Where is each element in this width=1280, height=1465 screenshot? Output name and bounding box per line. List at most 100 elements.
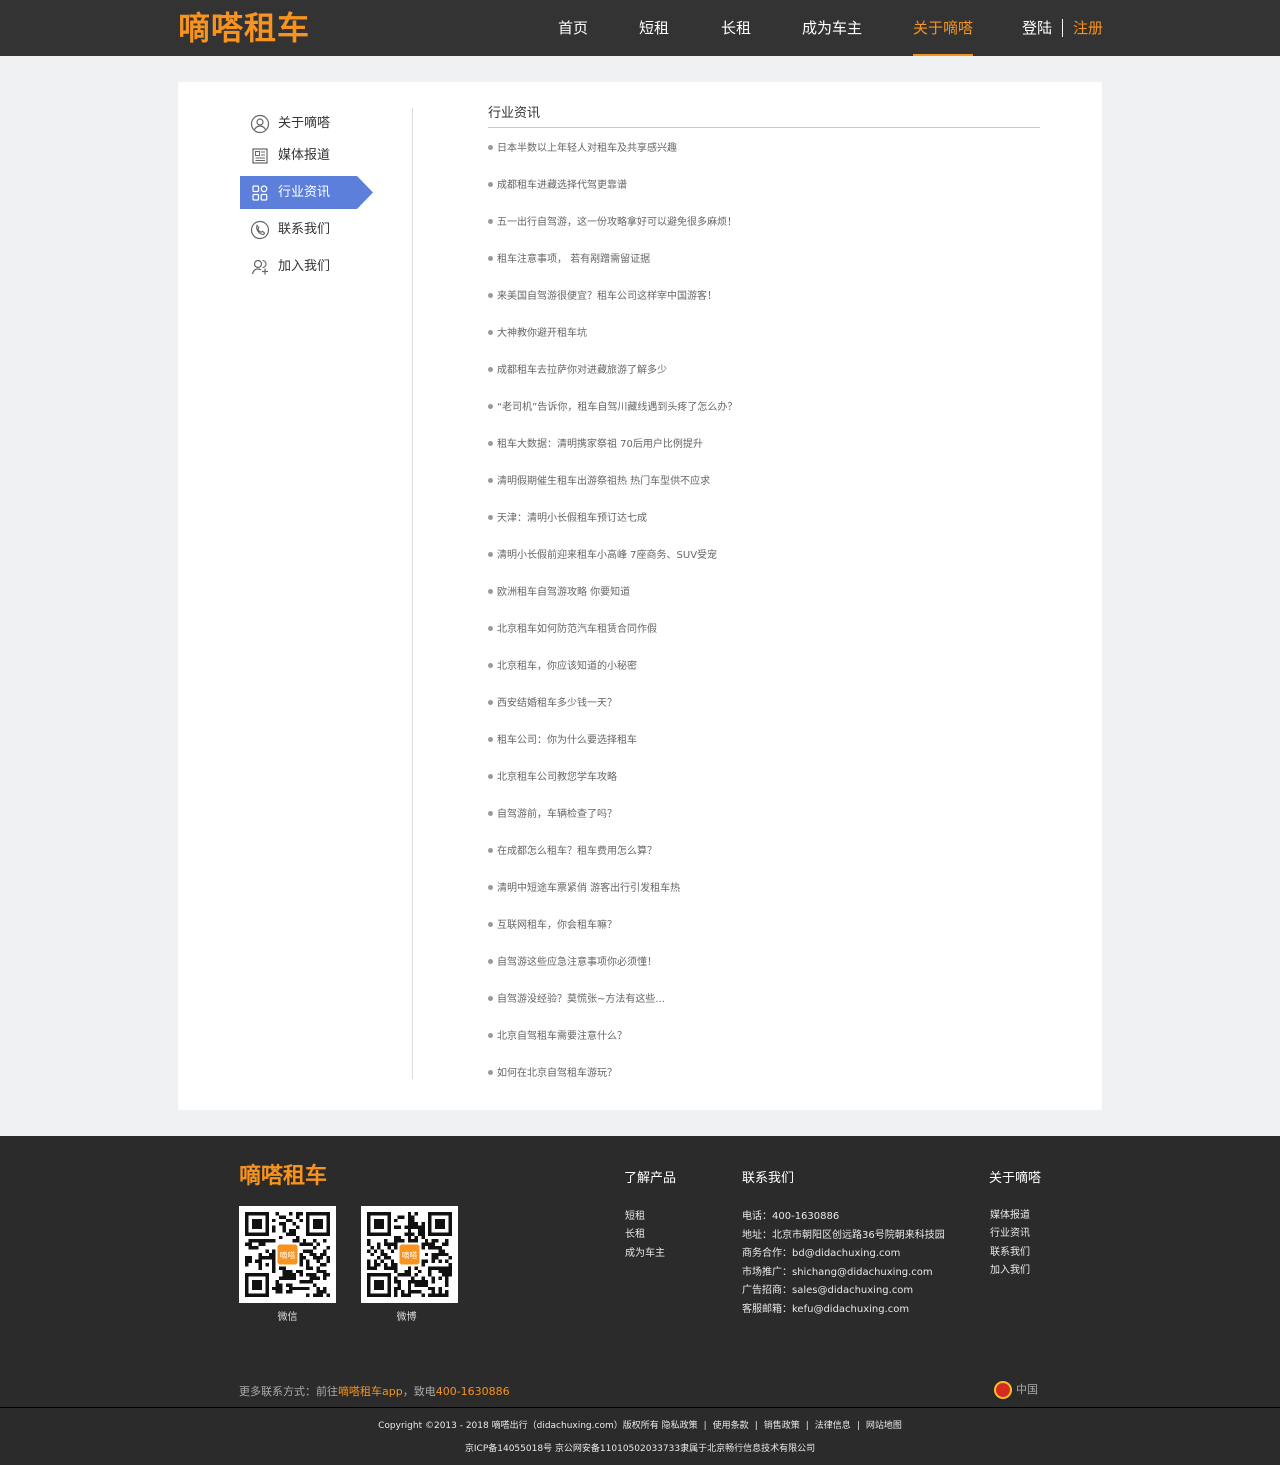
news-item[interactable]: 清明中短途车票紧俏 游客出行引发租车热 (488, 881, 680, 897)
footer-marketing-email[interactable]: 市场推广：shichang@didachuxing.com (742, 1266, 933, 1280)
news-title: 北京自驾租车需要注意什么？ (497, 1031, 627, 1042)
news-title: 自驾游没经验？莫慌张~方法有这些... (497, 994, 665, 1005)
sidebar-item-join[interactable]: 加入我们 (240, 250, 373, 283)
copyright-text: Copyright ©2013 - 2018 嘀嗒出行（didachuxing.… (378, 1421, 659, 1431)
bullet-icon (488, 995, 493, 1001)
news-item[interactable]: 在成都怎么租车？租车费用怎么算？ (488, 844, 657, 860)
sidebar-item-label: 媒体报道 (278, 148, 331, 163)
news-item[interactable]: 北京自驾租车需要注意什么？ (488, 1029, 627, 1045)
bullet-icon (488, 699, 493, 705)
bullet-icon (488, 440, 493, 446)
news-title: 北京租车如何防范汽车租赁合同作假 (497, 624, 657, 635)
footer-link-media[interactable]: 媒体报道 (990, 1209, 1030, 1223)
news-item[interactable]: 北京租车如何防范汽车租赁合同作假 (488, 622, 657, 638)
news-title: 北京租车公司教您学车攻略 (497, 772, 617, 783)
news-title: 北京租车，你应该知道的小秘密 (497, 661, 637, 672)
news-title: 清明中短途车票紧俏 游客出行引发租车热 (497, 883, 681, 894)
footer-divider (0, 1407, 1280, 1408)
news-item[interactable]: 五一出行自驾游，这一份攻略拿好可以避免很多麻烦！ (488, 215, 737, 231)
wechat-qr-code: 嘀嗒 (239, 1206, 336, 1303)
news-item[interactable]: 清明小长假前迎来租车小高峰 7座商务、SUV受宠 (488, 548, 717, 564)
news-item[interactable]: 自驾游这些应急注意事项你必须懂！ (488, 955, 657, 971)
hotline-link[interactable]: 400-1630886 (436, 1385, 510, 1398)
bullet-icon (488, 403, 493, 409)
policy-link-privacy[interactable]: 隐私政策 (662, 1421, 698, 1431)
bullet-icon (488, 366, 493, 372)
news-item[interactable]: 成都租车进藏选择代驾更靠谱 (488, 178, 627, 194)
login-link[interactable]: 登陆 (1022, 0, 1052, 56)
weibo-qr-code: 嘀嗒 (361, 1206, 458, 1303)
bullet-icon (488, 181, 493, 187)
news-item[interactable]: 互联网租车，你会租车嘛？ (488, 918, 617, 934)
news-item[interactable]: 自驾游没经验？莫慌张~方法有这些... (488, 992, 665, 1008)
qr-center-logo: 嘀嗒 (402, 1250, 418, 1260)
footer-sales-email[interactable]: 广告招商：sales@didachuxing.com (742, 1284, 913, 1298)
news-item[interactable]: 自驾游前，车辆检查了吗？ (488, 807, 617, 823)
news-item[interactable]: 北京租车公司教您学车攻略 (488, 770, 617, 786)
news-item[interactable]: 清明假期催生租车出游祭祖热 热门车型供不应求 (488, 474, 710, 490)
china-emblem-icon (994, 1381, 1012, 1399)
news-item[interactable]: 日本半数以上年轻人对租车及共享感兴趣 (488, 141, 677, 157)
register-link[interactable]: 注册 (1073, 0, 1103, 56)
news-item[interactable]: 租车注意事项， 若有剐蹭需留证据 (488, 252, 650, 268)
footer-link-short-rent[interactable]: 短租 (625, 1210, 645, 1224)
news-title: 自驾游前，车辆检查了吗？ (497, 809, 617, 820)
app-link[interactable]: 嘀嗒租车app (338, 1385, 403, 1398)
bullet-icon (488, 1032, 493, 1038)
footer-link-contact[interactable]: 联系我们 (990, 1246, 1030, 1260)
wechat-qr-label: 微信 (277, 1312, 298, 1323)
site-logo[interactable]: 嘀嗒租车 (178, 8, 310, 48)
footer-link-become-owner[interactable]: 成为车主 (625, 1247, 665, 1261)
news-item[interactable]: 西安结婚租车多少钱一天？ (488, 696, 617, 712)
news-item[interactable]: 租车公司：你为什么要选择租车 (488, 733, 637, 749)
nav-about[interactable]: 关于嘀嗒 (913, 0, 974, 56)
news-title: 在成都怎么租车？租车费用怎么算？ (497, 846, 657, 857)
news-title: 清明假期催生租车出游祭祖热 热门车型供不应求 (497, 476, 711, 487)
footer-contact-heading: 联系我们 (742, 1171, 795, 1186)
news-title: 来美国自驾游很便宜？租车公司这样宰中国游客！ (497, 291, 717, 302)
sidebar-item-contact[interactable]: 联系我们 (240, 213, 373, 246)
sidebar-item-label: 加入我们 (278, 259, 331, 274)
news-item[interactable]: 来美国自驾游很便宜？租车公司这样宰中国游客！ (488, 289, 717, 305)
sidebar-item-label: 行业资讯 (278, 185, 331, 200)
nav-become-owner[interactable]: 成为车主 (802, 0, 862, 56)
footer-products-heading: 了解产品 (624, 1171, 677, 1186)
bullet-icon (488, 218, 493, 224)
add-user-icon (250, 257, 270, 277)
policy-link-terms[interactable]: 使用条款 (713, 1421, 749, 1431)
footer-service-email[interactable]: 客服邮箱：kefu@didachuxing.com (742, 1303, 909, 1317)
news-item[interactable]: “老司机”告诉你，租车自驾川藏线遇到头疼了怎么办？ (488, 400, 737, 416)
nav-home[interactable]: 首页 (558, 0, 588, 56)
footer-business-email[interactable]: 商务合作：bd@didachuxing.com (742, 1247, 900, 1261)
news-item[interactable]: 如何在北京自驾租车游玩？ (488, 1066, 617, 1082)
sidebar-item-media[interactable]: 媒体报道 (240, 139, 373, 172)
policy-link-sitemap[interactable]: 网站地图 (866, 1421, 902, 1431)
region-selector[interactable]: 中国 (994, 1380, 1038, 1400)
nav-long-rent[interactable]: 长租 (721, 0, 751, 56)
footer-phone: 电话：400-1630886 (742, 1211, 840, 1222)
bullet-icon (488, 958, 493, 964)
footer-link-join[interactable]: 加入我们 (990, 1264, 1030, 1278)
bullet-icon (488, 884, 493, 890)
news-title: 互联网租车，你会租车嘛？ (497, 920, 617, 931)
news-title: 大神教你避开租车坑 (497, 328, 587, 339)
news-item[interactable]: 租车大数据：清明携家祭祖 70后用户比例提升 (488, 437, 703, 453)
nav-short-rent[interactable]: 短租 (639, 0, 669, 56)
news-title: “老司机”告诉你，租车自驾川藏线遇到头疼了怎么办？ (497, 402, 738, 413)
sidebar-item-about[interactable]: 关于嘀嗒 (240, 107, 373, 140)
newspaper-icon (250, 146, 270, 166)
footer-link-industry-news[interactable]: 行业资讯 (990, 1227, 1030, 1241)
sidebar-item-label: 联系我们 (278, 222, 331, 237)
bullet-icon (488, 144, 493, 150)
policy-link-sales[interactable]: 销售政策 (764, 1421, 800, 1431)
news-item[interactable]: 北京租车，你应该知道的小秘密 (488, 659, 637, 675)
news-item[interactable]: 天津：清明小长假租车预订达七成 (488, 511, 647, 527)
footer-link-long-rent[interactable]: 长租 (625, 1228, 645, 1242)
news-item[interactable]: 成都租车去拉萨你对进藏旅游了解多少 (488, 363, 667, 379)
sidebar-divider (412, 108, 413, 1079)
policy-link-legal[interactable]: 法律信息 (815, 1421, 851, 1431)
news-item[interactable]: 欧洲租车自驾游攻略 你要知道 (488, 585, 630, 601)
sidebar-item-industry-news[interactable]: 行业资讯 (240, 176, 373, 209)
news-item[interactable]: 大神教你避开租车坑 (488, 326, 587, 342)
qr-center-logo: 嘀嗒 (280, 1250, 296, 1260)
